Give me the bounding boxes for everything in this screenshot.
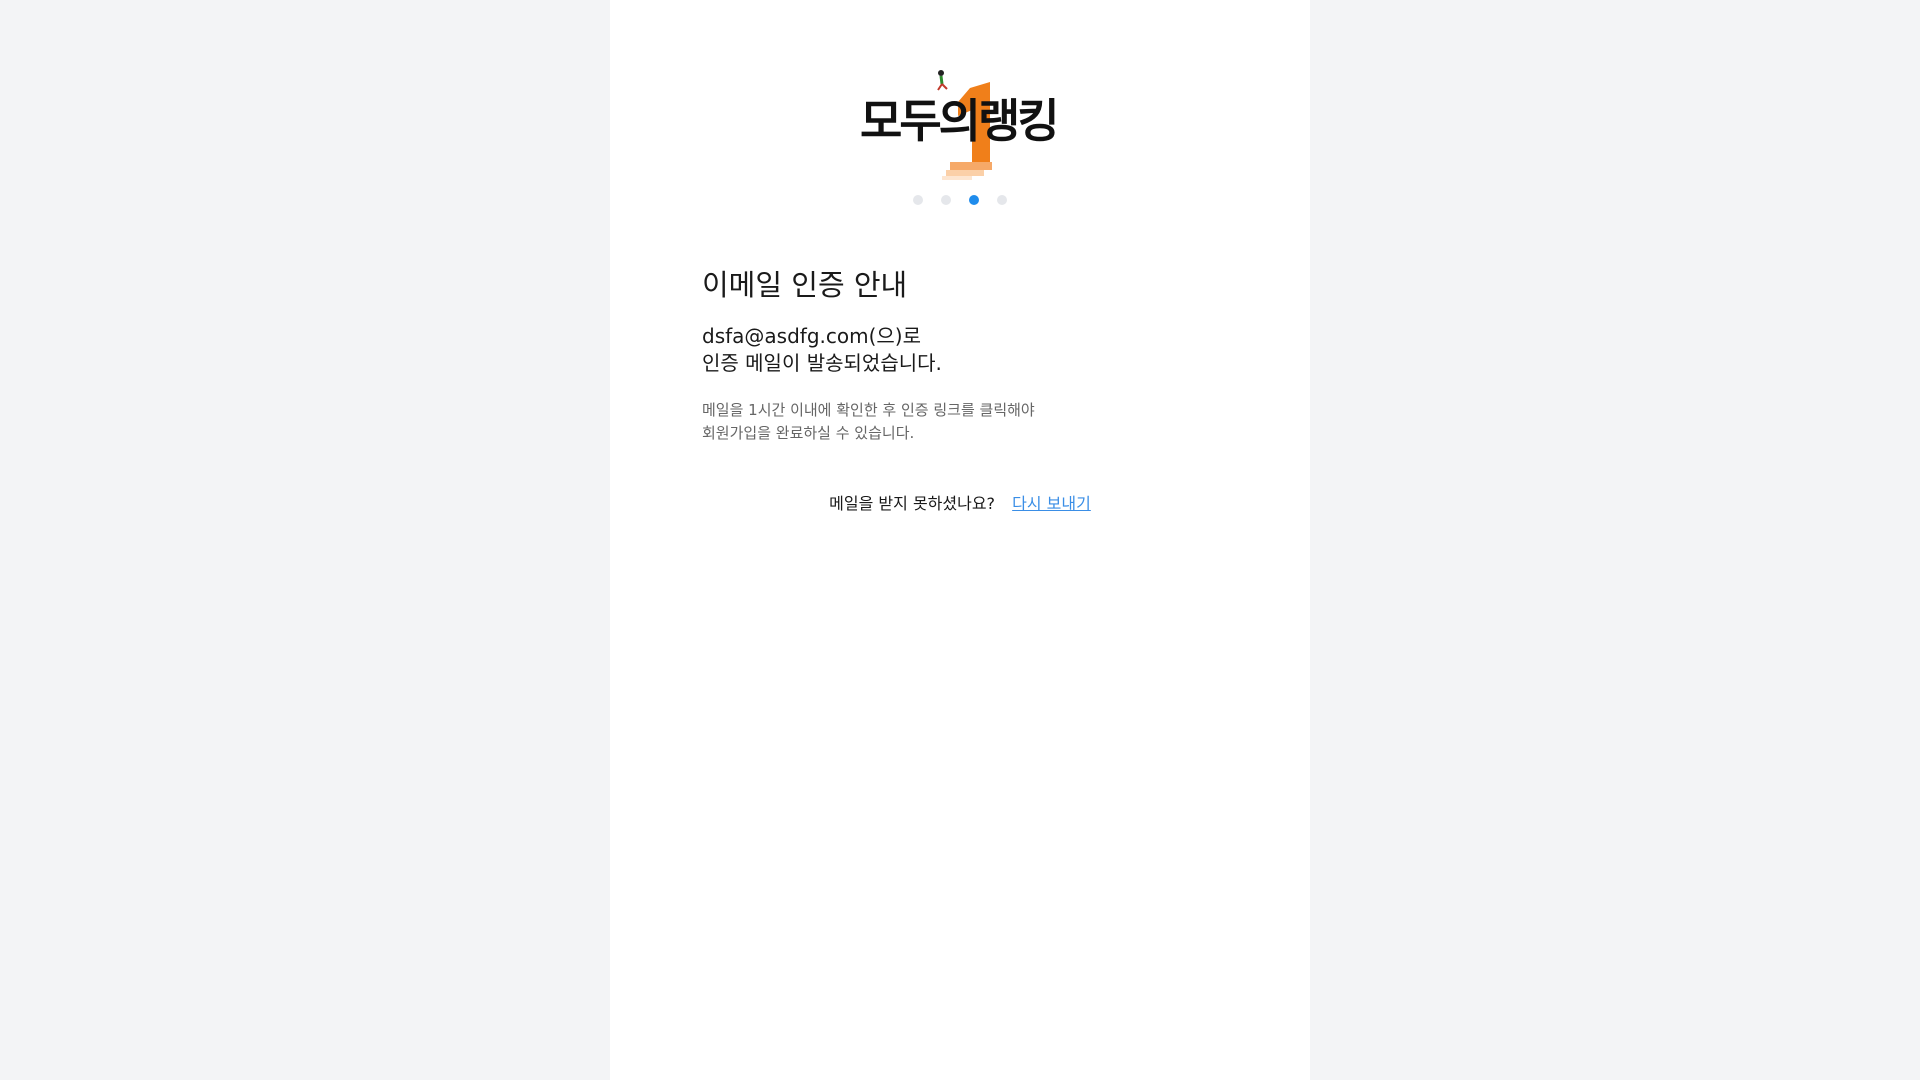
- info-line-2: 회원가입을 완료하실 수 있습니다.: [702, 424, 915, 442]
- step-dot-3-active: [969, 195, 979, 205]
- step-indicator: [610, 195, 1310, 205]
- info-message: 메일을 1시간 이내에 확인한 후 인증 링크를 클릭해야 회원가입을 완료하실…: [702, 399, 1222, 445]
- sent-message: dsfa@asdfg.com(으)로 인증 메일이 발송되었습니다.: [702, 323, 1222, 377]
- step-dot-1: [913, 195, 923, 205]
- sent-email-line: dsfa@asdfg.com(으)로: [702, 324, 921, 348]
- logo-text: 모두의랭킹: [860, 94, 1060, 148]
- logo: 모두의랭킹: [850, 70, 1070, 180]
- step-dot-2: [941, 195, 951, 205]
- sent-status-line: 인증 메일이 발송되었습니다.: [702, 351, 942, 375]
- resend-row: 메일을 받지 못하셨나요? 다시 보내기: [610, 490, 1310, 514]
- page-title: 이메일 인증 안내: [702, 268, 908, 302]
- step-dot-4: [997, 195, 1007, 205]
- signup-panel: 모두의랭킹 이메일 인증 안내 dsfa@asdfg.com(으)로 인증 메일…: [610, 0, 1310, 1080]
- verification-content: 이메일 인증 안내 dsfa@asdfg.com(으)로 인증 메일이 발송되었…: [702, 265, 1222, 445]
- resend-question: 메일을 받지 못하셨나요?: [829, 494, 996, 513]
- resend-link[interactable]: 다시 보내기: [1012, 494, 1091, 513]
- info-line-1: 메일을 1시간 이내에 확인한 후 인증 링크를 클릭해야: [702, 401, 1035, 419]
